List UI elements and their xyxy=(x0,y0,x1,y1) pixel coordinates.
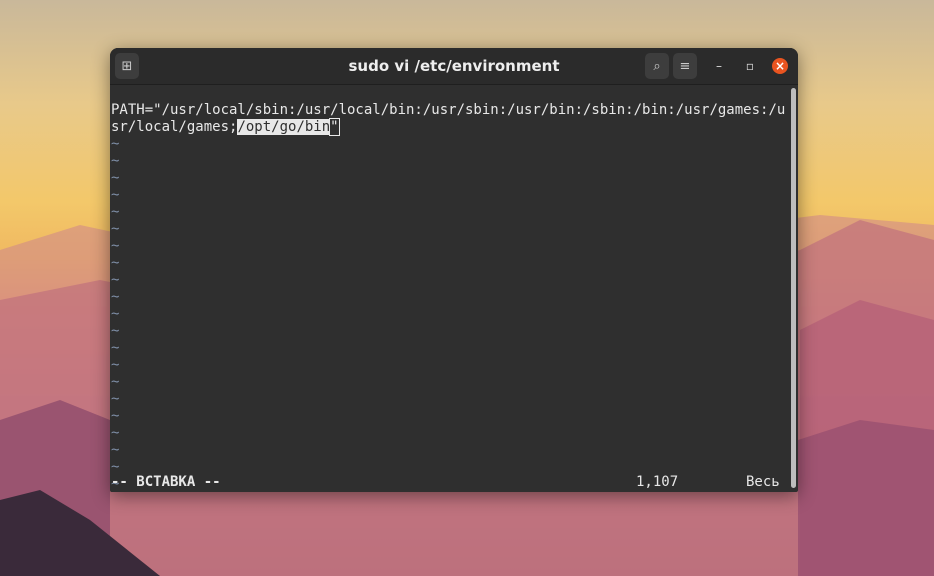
tilde-line: ~ xyxy=(111,306,120,322)
title-bar[interactable]: ⊞ sudo vi /etc/environment ⌕ ≡ – ▫ × xyxy=(110,48,798,85)
tilde-line: ~ xyxy=(111,357,120,373)
tilde-line: ~ xyxy=(111,238,120,254)
tilde-line: ~ xyxy=(111,289,120,305)
search-icon[interactable]: ⌕ xyxy=(645,53,669,79)
tilde-line: ~ xyxy=(111,442,120,458)
hamburger-menu-icon[interactable]: ≡ xyxy=(673,53,697,79)
cursor-position: 1,107 xyxy=(636,474,679,490)
vim-mode: -- ВСТАВКА -- xyxy=(111,474,221,490)
file-line-2: sr/local/games;/opt/go/bin" xyxy=(111,118,788,136)
terminal-window: ⊞ sudo vi /etc/environment ⌕ ≡ – ▫ × PAT… xyxy=(110,48,798,492)
terminal-content[interactable]: PATH="/usr/local/sbin:/usr/local/bin:/us… xyxy=(111,85,788,492)
tilde-line: ~ xyxy=(111,170,120,186)
scrollbar[interactable] xyxy=(791,88,796,488)
close-icon[interactable]: × xyxy=(772,58,788,74)
tilde-line: ~ xyxy=(111,187,120,203)
file-line-1: PATH="/usr/local/sbin:/usr/local/bin:/us… xyxy=(111,102,786,118)
minimize-icon[interactable]: – xyxy=(711,58,727,74)
tilde-line: ~ xyxy=(111,204,120,220)
tilde-line: ~ xyxy=(111,374,120,390)
tilde-line: ~ xyxy=(111,408,120,424)
selected-text: /opt/go/bin xyxy=(237,119,331,135)
cursor: " xyxy=(329,118,340,136)
maximize-icon[interactable]: ▫ xyxy=(742,58,758,74)
tilde-line: ~ xyxy=(111,153,120,169)
tilde-line: ~ xyxy=(111,340,120,356)
empty-lines: ~ ~ ~ ~ ~ ~ ~ ~ ~ ~ ~ ~ ~ ~ ~ ~ ~ ~ ~ ~ ~ xyxy=(111,136,788,492)
tilde-line: ~ xyxy=(111,136,120,152)
tilde-line: ~ xyxy=(111,272,120,288)
scroll-position: Весь xyxy=(746,474,780,490)
tilde-line: ~ xyxy=(111,255,120,271)
text: sr/local/games; xyxy=(111,119,238,135)
tilde-line: ~ xyxy=(111,221,120,237)
tilde-line: ~ xyxy=(111,425,120,441)
tilde-line: ~ xyxy=(111,391,120,407)
tilde-line: ~ xyxy=(111,323,120,339)
